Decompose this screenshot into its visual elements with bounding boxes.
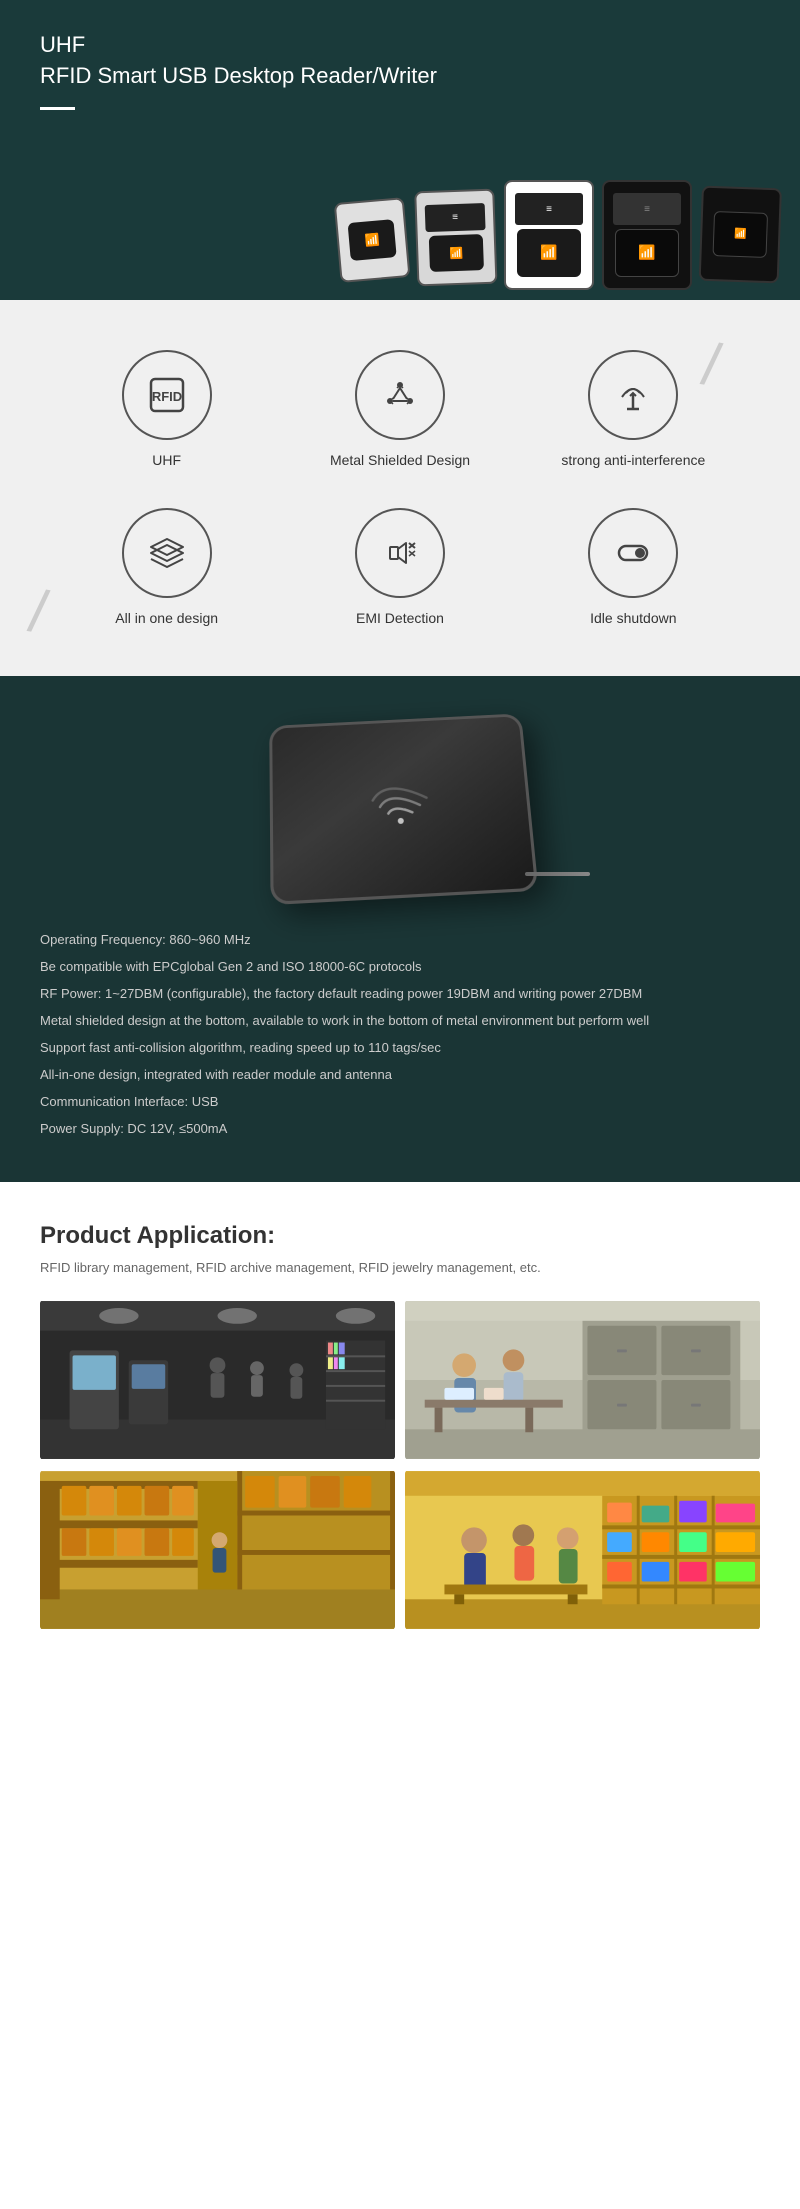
emi-icon [376, 529, 424, 577]
app-title: Product Application: [40, 1222, 760, 1250]
feature-idle-shutdown-label: Idle shutdown [590, 610, 676, 626]
app-description: RFID library management, RFID archive ma… [40, 1260, 760, 1275]
anti-interference-icon [609, 371, 657, 419]
library-scene [40, 1300, 395, 1460]
toggle-icon [609, 529, 657, 577]
emi-icon-circle [355, 508, 445, 598]
spec-item-7: Power Supply: DC 12V, ≤500mA [40, 1115, 760, 1142]
spec-item-1: Be compatible with EPCglobal Gen 2 and I… [40, 953, 760, 980]
device-card-4: ≡ 📶 [602, 180, 692, 290]
idle-shutdown-icon-circle [588, 508, 678, 598]
feature-uhf-label: UHF [152, 452, 181, 468]
spec-item-4: Support fast anti-collision algorithm, r… [40, 1034, 760, 1061]
features-section: RFID UHF [0, 300, 800, 676]
svg-text:RFID: RFID [151, 389, 181, 404]
app-image-retail [405, 1470, 760, 1630]
title-line1: UHF [40, 32, 85, 57]
feature-all-in-one-label: All in one design [115, 610, 218, 626]
feature-uhf: RFID UHF [60, 350, 273, 468]
feature-anti-interference-label: strong anti-interference [561, 452, 705, 468]
device-card-5: 📶 [699, 186, 782, 284]
wifi-icon-3: 📶 [540, 244, 557, 261]
app-image-office [405, 1300, 760, 1460]
spec-item-0: Operating Frequency: 860~960 MHz [40, 926, 760, 953]
office-scene [405, 1300, 760, 1460]
layers-icon [143, 529, 191, 577]
product-hero-image: 📶 ≡ 📶 ≡ 📶 ≡ [240, 40, 800, 300]
device-group: 📶 ≡ 📶 ≡ 📶 ≡ [338, 180, 800, 300]
wifi-icon-1: 📶 [364, 232, 380, 247]
feature-emi-label: EMI Detection [356, 610, 444, 626]
uhf-icon-circle: RFID [122, 350, 212, 440]
application-section: Product Application: RFID library manage… [0, 1182, 800, 1670]
features-grid: RFID UHF [60, 350, 740, 626]
spec-item-3: Metal shielded design at the bottom, ava… [40, 1007, 760, 1034]
specs-list: Operating Frequency: 860~960 MHz Be comp… [40, 926, 760, 1142]
rfid-antenna-icon [359, 765, 443, 848]
spec-item-6: Communication Interface: USB [40, 1088, 760, 1115]
product-visual-wrapper [270, 716, 530, 896]
app-image-library [40, 1300, 395, 1460]
product-cable [525, 872, 590, 876]
app-image-warehouse [40, 1470, 395, 1630]
device-card-3: ≡ 📶 [504, 180, 594, 290]
feature-idle-shutdown: Idle shutdown [527, 508, 740, 626]
anti-interference-icon-circle [588, 350, 678, 440]
feature-all-in-one: All in one design [60, 508, 273, 626]
feature-anti-interference: strong anti-interference [527, 350, 740, 468]
feature-emi: EMI Detection [293, 508, 506, 626]
metal-shield-icon-circle [355, 350, 445, 440]
all-in-one-icon-circle [122, 508, 212, 598]
spec-item-5: All-in-one design, integrated with reade… [40, 1061, 760, 1088]
spec-item-2: RF Power: 1~27DBM (configurable), the fa… [40, 980, 760, 1007]
feature-metal-shield: Metal Shielded Design [293, 350, 506, 468]
warehouse-scene [40, 1470, 395, 1630]
device-card-1: 📶 [334, 197, 411, 283]
product-image-area [40, 716, 760, 896]
wifi-icon-4: 📶 [638, 244, 655, 261]
wifi-icon-2: 📶 [449, 246, 463, 259]
feature-metal-shield-label: Metal Shielded Design [330, 452, 470, 468]
product-device [269, 713, 538, 905]
retail-scene [405, 1470, 760, 1630]
app-images-grid [40, 1300, 760, 1630]
title-divider [40, 107, 75, 110]
device-card-2: ≡ 📶 [414, 189, 497, 287]
specs-section: Operating Frequency: 860~960 MHz Be comp… [0, 676, 800, 1182]
metal-shield-icon [376, 371, 424, 419]
uhf-icon: RFID [143, 371, 191, 419]
header-section: UHF RFID Smart USB Desktop Reader/Writer… [0, 0, 800, 300]
